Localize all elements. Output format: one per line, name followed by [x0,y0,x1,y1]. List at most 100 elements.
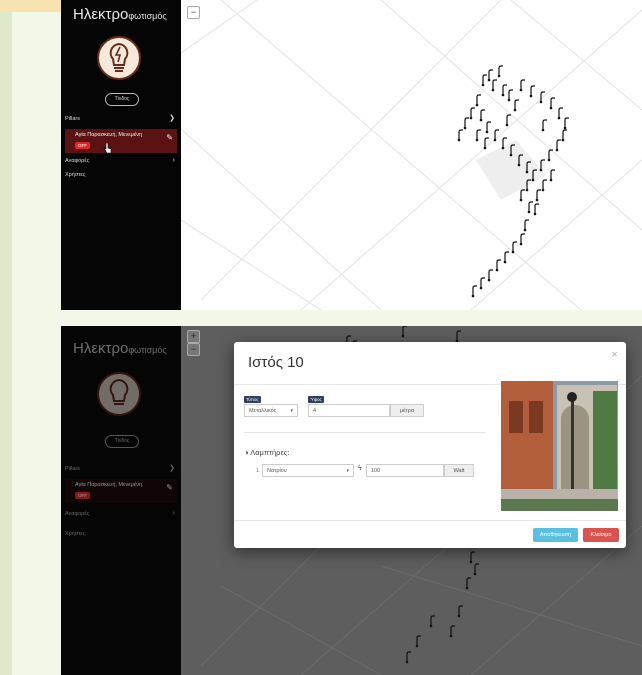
lamppost-icon[interactable] [482,74,487,85]
lamppost-icon[interactable] [406,651,411,662]
nav-reports[interactable]: Αναφορές › [65,508,177,520]
zoom-out-button[interactable]: − [187,6,200,19]
lamppost-icon[interactable] [528,201,533,212]
lamppost-icon[interactable] [514,99,519,110]
lamppost-base [479,286,483,290]
lamppost-icon[interactable] [458,605,463,616]
user-button[interactable]: Τίνδος [105,435,139,448]
lamppost-icon[interactable] [550,97,555,108]
nav-reports[interactable]: Αναφορές › [65,155,177,167]
lamppost-icon[interactable] [498,65,503,76]
lamppost-icon[interactable] [502,137,507,148]
lamppost-base [483,146,487,150]
height-input[interactable]: 4 [308,404,390,417]
lamppost-icon[interactable] [464,117,469,128]
lamppost-icon[interactable] [480,277,485,288]
user-button[interactable]: Τίνδος [105,93,139,106]
lamppost-icon[interactable] [486,121,491,132]
lamppost-icon[interactable] [540,159,545,170]
lamppost-base [527,210,531,214]
lamppost-icon[interactable] [470,107,475,118]
lamppost-icon[interactable] [518,154,523,165]
lamppost-icon[interactable] [496,259,501,270]
lamppost-icon[interactable] [548,149,553,160]
wrench-icon[interactable]: ✎ [166,133,173,142]
lamppost-icon[interactable] [466,577,471,588]
lamppost-icon[interactable] [564,117,569,128]
lamppost-icon[interactable] [550,169,555,180]
lamppost-icon[interactable] [520,79,525,90]
brand-title: Ηλεκτροφωτισμός [73,340,167,357]
lamppost-icon[interactable] [542,119,547,130]
sidebar-item-selected[interactable]: Αγία Παρασκευή, Μενεμένη OFF ✎ [65,129,177,154]
lamppost-icon[interactable] [492,79,497,90]
lamppost-icon[interactable] [488,269,493,280]
lamppost-icon[interactable] [472,285,477,296]
lamppost-icon[interactable] [470,551,475,562]
lamppost-base [487,278,491,282]
lamppost-icon[interactable] [430,615,435,626]
lamppost-icon[interactable] [524,219,529,230]
lamppost-icon[interactable] [542,179,547,190]
lamppost-icon[interactable] [456,330,461,341]
lamp-power-input[interactable]: 100 [366,464,444,477]
lamppost-icon[interactable] [480,109,485,120]
lamppost-icon[interactable] [402,326,407,336]
lamppost-icon[interactable] [488,69,493,80]
nav-pillars[interactable]: Pillars ❯ [65,463,177,475]
zoom-out-button[interactable]: − [187,343,200,356]
lamppost-icon[interactable] [558,107,563,118]
lamppost-icon[interactable] [526,161,531,172]
map-canvas[interactable]: − [181,0,642,310]
bulb-logo-icon [97,372,141,416]
lamppost-base [501,146,505,150]
lamppost-icon[interactable] [520,189,525,200]
nav-pillars[interactable]: Pillars ❯ [65,113,177,125]
lamppost-base [547,158,551,162]
lamppost-icon[interactable] [540,91,545,102]
nav-users[interactable]: Χρήστες [65,169,177,181]
zoom-in-button[interactable]: + [187,330,200,343]
lamppost-icon[interactable] [484,137,489,148]
nav-users[interactable]: Χρήστες [65,528,177,540]
lamppost-icon[interactable] [494,129,499,140]
lamppost-icon[interactable] [556,139,561,150]
lamppost-icon[interactable] [536,189,541,200]
lamppost-icon[interactable] [532,169,537,180]
type-select[interactable]: Μεταλλικός ▾ [244,404,298,417]
lamppost-icon[interactable] [510,144,515,155]
lamppost-base [469,560,473,564]
close-button[interactable]: Κλείσιμο [583,528,619,542]
lamppost-base [519,88,523,92]
lamppost-icon[interactable] [458,129,463,140]
lamppost-icon[interactable] [450,625,455,636]
lamppost-icon[interactable] [416,635,421,646]
sidebar-item-selected[interactable]: Αγία Παρασκευή, Μενεμένη OFF ✎ [65,479,177,503]
chevron-right-icon: › [172,510,175,517]
close-icon[interactable]: ✕ [611,350,618,359]
lamppost-icon[interactable] [530,85,535,96]
lamppost-base [507,98,511,102]
lamppost-icon[interactable] [504,251,509,262]
caret-down-icon: ▾ [346,468,349,474]
lamppost-icon[interactable] [476,94,481,105]
chevron-down-icon: ❯ [169,115,175,122]
save-button[interactable]: Αποθήκευση [533,528,578,542]
lamppost-icon[interactable] [534,203,539,214]
lamppost-icon[interactable] [476,129,481,140]
lamppost-icon[interactable] [474,563,479,574]
lamppost-icon[interactable] [508,89,513,100]
wrench-icon[interactable]: ✎ [166,483,173,492]
lamppost-icon[interactable] [502,84,507,95]
lamppost-icon[interactable] [526,179,531,190]
lamp-type-select[interactable]: Νατρίου ▾ [262,464,354,477]
lamppost-icon[interactable] [562,129,567,140]
lamppost-icon[interactable] [506,114,511,125]
lamppost-icon[interactable] [512,241,517,252]
lamppost-icon[interactable] [520,233,525,244]
lamppost-base [563,126,567,130]
lamppost-base [541,188,545,192]
lamppost-base [457,138,461,142]
lamppost-base [511,250,515,254]
lamppost-base [549,106,553,110]
